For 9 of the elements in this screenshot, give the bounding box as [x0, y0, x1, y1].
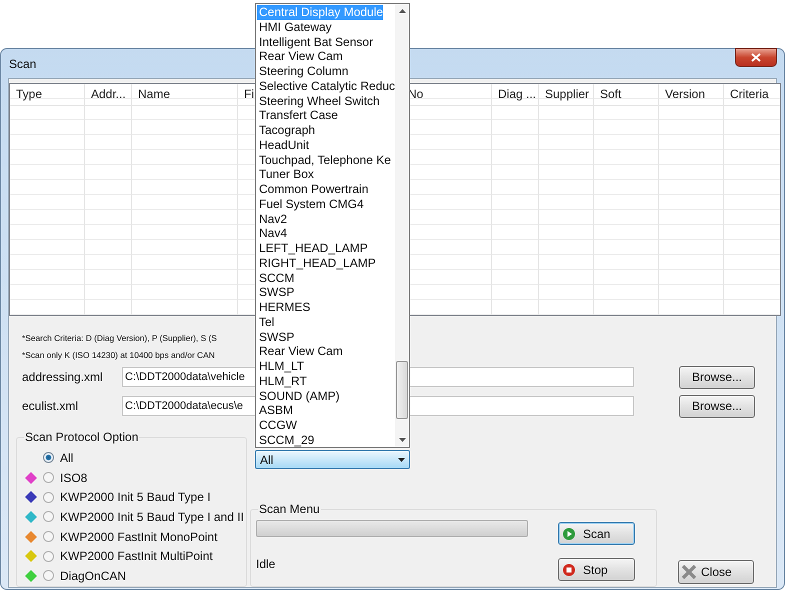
field-label: eculist.xml — [21, 399, 80, 413]
combo-value: All — [260, 452, 274, 466]
group-title: Scan Protocol Option — [24, 430, 140, 444]
window-title: Scan — [8, 56, 36, 70]
field-label: addressing.xml — [21, 370, 104, 384]
status-text: Idle — [256, 557, 276, 571]
note-text: *Scan only K (ISO 14230) at 10400 bps and/or CAN — [22, 349, 215, 362]
note-text: *Search Criteria: D (Diag Version), P (Supplier), S (S — [22, 332, 217, 345]
group-title: Scan Menu — [258, 502, 321, 516]
